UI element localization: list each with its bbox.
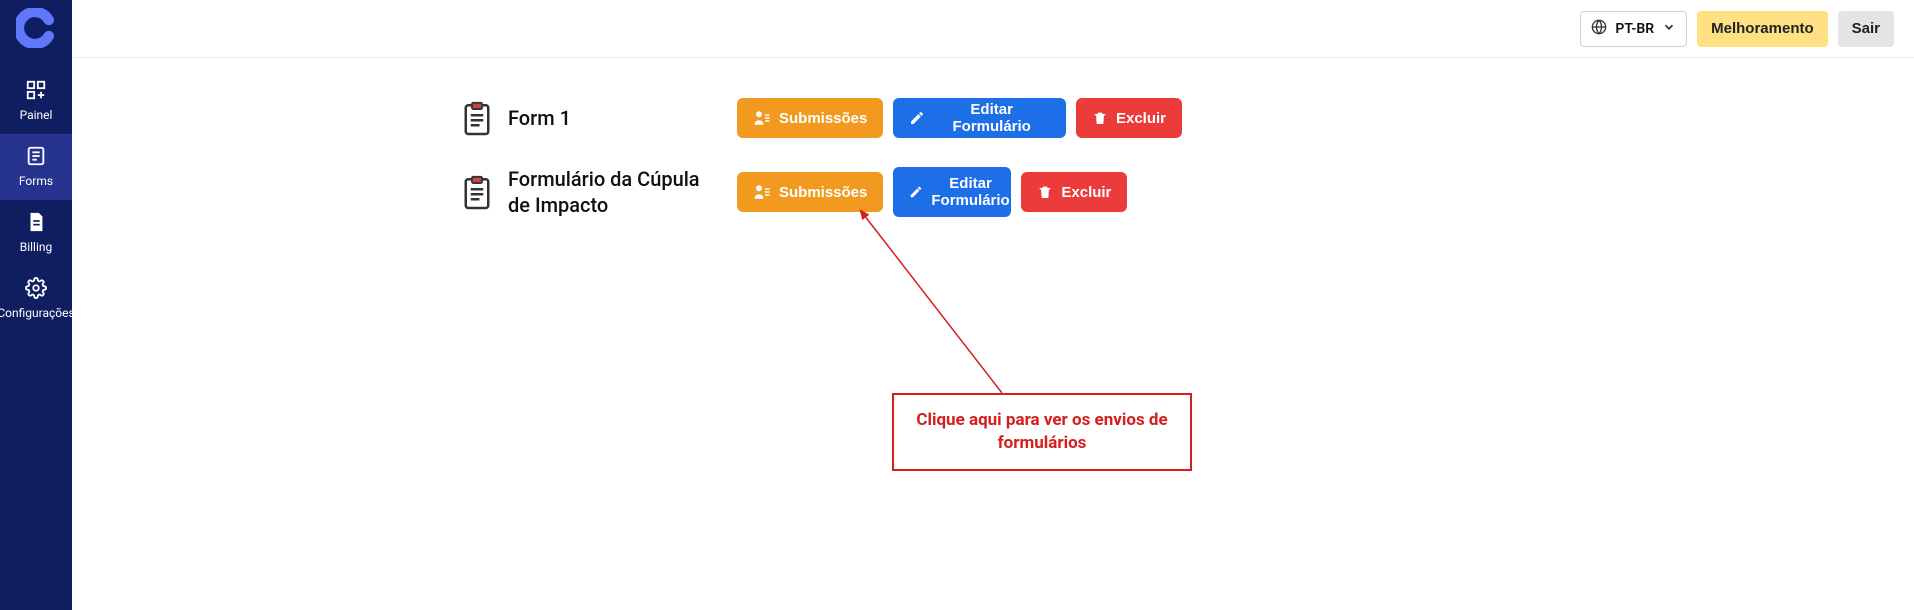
sidebar: Painel Forms Billing [0,0,72,610]
upgrade-label: Melhoramento [1711,20,1814,37]
gear-icon [25,276,47,300]
submissions-label: Submissões [779,110,867,127]
delete-label: Excluir [1116,110,1166,127]
forms-icon [25,144,47,168]
sidebar-item-configuracoes[interactable]: Configurações [0,266,72,332]
submissions-label: Submissões [779,184,867,201]
logout-label: Sair [1852,20,1880,37]
sidebar-item-forms[interactable]: Forms [0,134,72,200]
language-selector[interactable]: PT-BR [1580,11,1687,47]
form-name: Formulário da Cúpula de Impacto [508,166,723,218]
logout-button[interactable]: Sair [1838,11,1894,47]
content-area: Form 1 Submissões [72,58,1914,610]
trash-icon [1037,184,1053,200]
form-actions: Submissões Editar Formulário [737,98,1182,138]
sidebar-item-painel[interactable]: Painel [0,68,72,134]
sidebar-item-label: Forms [19,174,53,188]
logo-c-icon [16,8,56,48]
form-row: Form 1 Submissões [462,98,1182,138]
upgrade-button[interactable]: Melhoramento [1697,11,1828,47]
edit-form-button[interactable]: Editar Formulário [893,98,1066,138]
submissions-button[interactable]: Submissões [737,172,883,212]
annotation-callout: Clique aqui para ver os envios de formul… [892,393,1192,471]
form-actions: Submissões Editar Formulário [737,167,1182,218]
edit-form-button[interactable]: Editar Formulário [893,167,1011,218]
app-logo [14,6,58,50]
form-row: Formulário da Cúpula de Impacto [462,166,1182,218]
sidebar-item-billing[interactable]: Billing [0,200,72,266]
forms-list: Form 1 Submissões [462,98,1182,218]
pencil-icon [909,185,923,199]
edit-label: Editar Formulário [931,175,1009,210]
globe-icon [1591,19,1607,39]
chevron-down-icon [1662,20,1676,38]
sidebar-item-label: Billing [20,240,53,254]
delete-label: Excluir [1061,184,1111,201]
language-label: PT-BR [1615,21,1654,37]
topbar: PT-BR Melhoramento Sair [72,0,1914,58]
user-list-icon [753,109,771,127]
callout-text: Clique aqui para ver os envios de formul… [916,410,1167,453]
clipboard-icon [462,173,494,211]
sidebar-item-label: Painel [20,108,53,122]
user-list-icon [753,183,771,201]
delete-form-button[interactable]: Excluir [1021,172,1127,212]
clipboard-icon [462,99,494,137]
form-name: Form 1 [508,105,723,131]
delete-form-button[interactable]: Excluir [1076,98,1182,138]
main-area: PT-BR Melhoramento Sair [72,0,1914,610]
edit-label: Editar Formulário [933,101,1050,135]
billing-icon [25,210,47,234]
app-root: Painel Forms Billing [0,0,1914,610]
dashboard-icon [25,78,47,102]
submissions-button[interactable]: Submissões [737,98,883,138]
pencil-icon [909,110,925,126]
sidebar-item-label: Configurações [0,306,75,320]
annotation-arrow [852,203,1032,403]
trash-icon [1092,110,1108,126]
